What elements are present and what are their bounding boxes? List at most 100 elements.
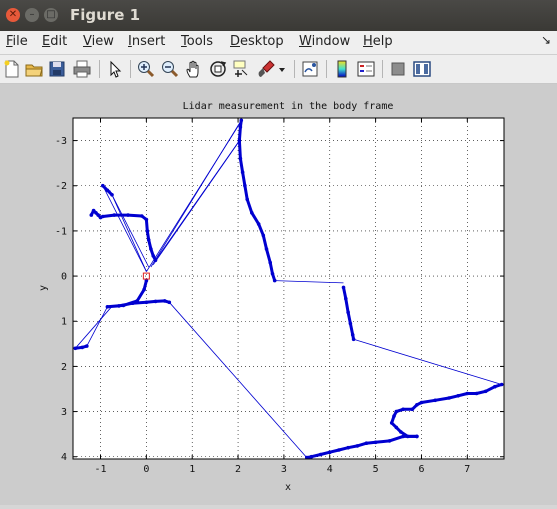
data-cursor-icon[interactable] bbox=[232, 59, 252, 79]
window-titlebar: ✕ – □ Figure 1 bbox=[0, 0, 557, 31]
lidar-point bbox=[239, 118, 244, 123]
menu-desktop[interactable]: Desktop bbox=[230, 34, 284, 49]
edit-plot-arrow-icon[interactable] bbox=[105, 59, 125, 79]
lidar-point bbox=[243, 183, 247, 188]
lidar-point bbox=[142, 287, 146, 292]
minimize-window-button[interactable]: – bbox=[25, 8, 39, 22]
menu-edit[interactable]: Edit bbox=[42, 34, 67, 49]
lidar-point bbox=[238, 125, 243, 129]
lidar-point bbox=[399, 430, 403, 434]
x-tick-label: 0 bbox=[143, 464, 149, 475]
lidar-point bbox=[144, 217, 149, 222]
lidar-point bbox=[344, 296, 348, 301]
maximize-window-button[interactable]: □ bbox=[44, 8, 58, 22]
lidar-point bbox=[238, 156, 243, 161]
lidar-point bbox=[499, 382, 504, 387]
brush-icon[interactable] bbox=[256, 59, 276, 79]
menu-window[interactable]: Window bbox=[299, 34, 350, 49]
hide-plot-tools-icon[interactable] bbox=[388, 59, 408, 79]
y-tick-label: 2 bbox=[61, 362, 67, 373]
lidar-scatter-plot[interactable]: -1 0 1 2 3 4 5 6 7 -3 -2 -1 0 1 2 3 4 Lidar measurement … bbox=[0, 84, 557, 505]
menu-file[interactable]: File bbox=[6, 34, 28, 49]
menu-tools[interactable]: Tools bbox=[181, 34, 213, 49]
y-tick-label: 1 bbox=[61, 317, 67, 328]
link-plot-icon[interactable] bbox=[300, 59, 320, 79]
menu-help[interactable]: Help bbox=[363, 34, 393, 49]
menu-file-label: ile bbox=[12, 34, 28, 49]
close-window-button[interactable]: ✕ bbox=[6, 8, 20, 22]
open-file-icon[interactable] bbox=[24, 59, 44, 79]
lidar-point bbox=[337, 448, 341, 452]
menu-insert[interactable]: Insert bbox=[128, 34, 165, 49]
lidar-point bbox=[112, 213, 117, 217]
x-tick-label: 1 bbox=[189, 464, 195, 475]
y-tick-label: -3 bbox=[55, 136, 67, 147]
lidar-point bbox=[268, 260, 273, 265]
lidar-point bbox=[85, 344, 89, 348]
menu-help-label: elp bbox=[372, 34, 393, 49]
lidar-point bbox=[270, 272, 275, 276]
lidar-point bbox=[456, 394, 460, 398]
lidar-point bbox=[110, 193, 114, 197]
window-title: Figure 1 bbox=[70, 6, 141, 24]
menu-bar: File Edit View Insert Tools Desktop Wind… bbox=[0, 31, 557, 55]
lidar-point bbox=[373, 440, 378, 445]
x-tick-label: 2 bbox=[235, 464, 241, 475]
lidar-point bbox=[410, 407, 415, 412]
lidar-point bbox=[389, 421, 394, 425]
menu-desktop-mnemonic: D bbox=[230, 34, 241, 49]
lidar-point bbox=[149, 247, 153, 251]
lidar-point bbox=[101, 214, 105, 219]
lidar-point bbox=[346, 310, 350, 314]
lidar-point bbox=[465, 391, 470, 396]
y-tick-label: 0 bbox=[61, 272, 67, 283]
toolbar-separator bbox=[130, 60, 131, 78]
legend-icon[interactable] bbox=[356, 59, 376, 79]
rotate-3d-icon[interactable] bbox=[208, 59, 228, 79]
lidar-point bbox=[401, 407, 405, 412]
menu-view[interactable]: View bbox=[83, 34, 114, 49]
lidar-point bbox=[350, 333, 355, 337]
x-axis-label: x bbox=[285, 482, 291, 493]
zoom-in-icon[interactable] bbox=[136, 59, 156, 79]
pan-hand-icon[interactable] bbox=[184, 59, 204, 79]
lidar-point bbox=[364, 441, 369, 446]
dock-figure-icon[interactable]: ↘ bbox=[541, 33, 551, 47]
lidar-point bbox=[348, 321, 353, 326]
y-tick-label: 4 bbox=[61, 452, 67, 463]
brush-dropdown-icon[interactable] bbox=[276, 59, 288, 79]
x-tick-label: 6 bbox=[418, 464, 424, 475]
lidar-point bbox=[146, 238, 151, 242]
lidar-point bbox=[447, 396, 451, 400]
toolbar-separator bbox=[99, 60, 100, 78]
y-axis-label: y bbox=[38, 285, 49, 291]
x-tick-label: 7 bbox=[464, 464, 470, 475]
lidar-point bbox=[151, 254, 155, 258]
colorbar-icon[interactable] bbox=[332, 59, 352, 79]
print-icon[interactable] bbox=[72, 59, 92, 79]
x-tick-label: 3 bbox=[281, 464, 287, 475]
menu-window-mnemonic: W bbox=[299, 34, 312, 49]
axes-background bbox=[72, 117, 505, 460]
lidar-point bbox=[309, 454, 314, 459]
lidar-point bbox=[392, 414, 396, 418]
lidar-point bbox=[135, 299, 139, 303]
lidar-point bbox=[394, 409, 399, 414]
lidar-point bbox=[433, 398, 438, 403]
lidar-point bbox=[245, 197, 249, 202]
lidar-point bbox=[351, 337, 356, 342]
lidar-point bbox=[474, 391, 479, 396]
new-figure-icon[interactable] bbox=[2, 59, 22, 79]
plot-title: Lidar measurement in the body frame bbox=[183, 101, 394, 112]
lidar-point bbox=[240, 170, 245, 174]
lidar-point bbox=[117, 304, 121, 308]
show-plot-tools-icon[interactable] bbox=[412, 59, 432, 79]
lidar-point bbox=[73, 346, 78, 351]
lidar-point bbox=[140, 214, 144, 218]
menu-desktop-label: esktop bbox=[240, 34, 284, 49]
zoom-out-icon[interactable] bbox=[160, 59, 180, 79]
lidar-point bbox=[318, 452, 323, 457]
save-icon[interactable] bbox=[47, 59, 67, 79]
lidar-point bbox=[346, 445, 350, 450]
lidar-point bbox=[355, 444, 360, 448]
